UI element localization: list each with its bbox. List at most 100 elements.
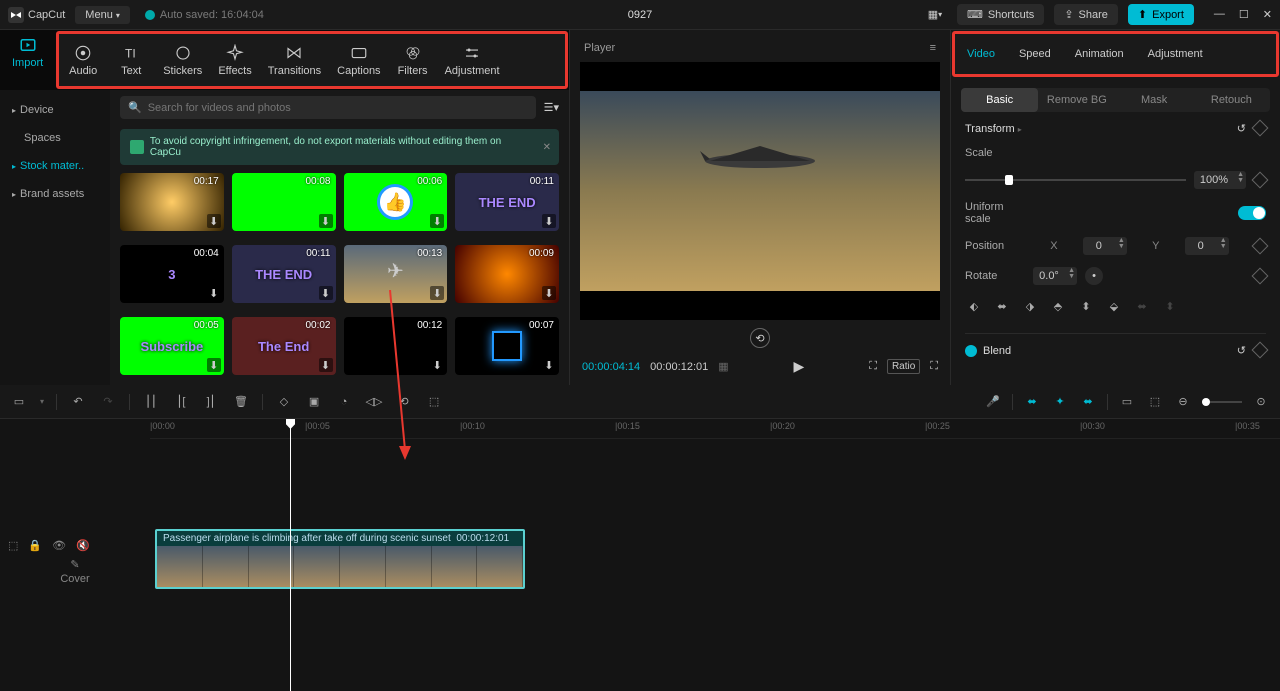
trim-right-icon[interactable]: ]⎮ xyxy=(202,393,220,411)
stock-thumbnail[interactable]: 00:07⬇ xyxy=(455,317,559,375)
stock-thumbnail[interactable]: 00:05⬇Subscribe xyxy=(120,317,224,375)
stock-thumbnail[interactable]: 00:13⬇✈ xyxy=(344,245,448,303)
distribute-h-icon[interactable]: ⬌ xyxy=(1133,297,1151,315)
banner-close-icon[interactable]: ✕ xyxy=(543,142,551,153)
share-button[interactable]: ⇪ Share xyxy=(1054,4,1118,25)
subtab-removebg[interactable]: Remove BG xyxy=(1038,88,1115,112)
stock-thumbnail[interactable]: 00:08⬇ xyxy=(232,173,336,231)
download-icon[interactable]: ⬇ xyxy=(207,214,221,228)
stock-thumbnail[interactable]: 00:17⬇ xyxy=(120,173,224,231)
search-input[interactable]: 🔍 xyxy=(120,96,536,119)
tab-filters[interactable]: Filters xyxy=(389,38,437,83)
player-viewport[interactable] xyxy=(580,62,940,320)
tab-audio[interactable]: Audio xyxy=(59,38,107,83)
layout-icon[interactable]: ▦ ▾ xyxy=(923,5,947,25)
blend-checkbox[interactable] xyxy=(965,345,977,357)
align-center-h-icon[interactable]: ⬌ xyxy=(993,297,1011,315)
ratio-button[interactable]: Ratio xyxy=(887,359,920,374)
uniform-scale-toggle[interactable] xyxy=(1238,206,1266,220)
tab-transitions[interactable]: Transitions xyxy=(260,38,329,83)
blend-reset-icon[interactable]: ↺ xyxy=(1237,344,1246,357)
mirror-icon[interactable]: ◁▷ xyxy=(365,393,383,411)
sidebar-item-stock[interactable]: ▸Stock mater.. xyxy=(0,152,110,180)
scan-icon[interactable]: ⛶ xyxy=(869,360,877,373)
menu-button[interactable]: Menu ▾ xyxy=(75,6,130,24)
sidebar-item-device[interactable]: ▸Device xyxy=(0,96,110,124)
preview-icon[interactable]: ▭ xyxy=(1118,393,1136,411)
tab-effects[interactable]: Effects xyxy=(210,38,259,83)
track-lock-icon[interactable]: 🔒 xyxy=(28,539,42,552)
export-button[interactable]: ⬆ Export xyxy=(1128,4,1194,25)
snap-icon[interactable]: ✦ xyxy=(1051,393,1069,411)
stock-thumbnail[interactable]: 00:11⬇THE END xyxy=(455,173,559,231)
close-icon[interactable]: ✕ xyxy=(1263,8,1272,21)
rtab-adjustment[interactable]: Adjustment xyxy=(1136,38,1215,70)
cover-button[interactable]: ✎ Cover xyxy=(8,558,142,585)
subtab-mask[interactable]: Mask xyxy=(1116,88,1193,112)
zoom-fit-icon[interactable]: ⊙ xyxy=(1252,393,1270,411)
minimize-icon[interactable]: — xyxy=(1214,8,1225,21)
download-icon[interactable]: ⬇ xyxy=(430,286,444,300)
trim-left-icon[interactable]: ⎮[ xyxy=(172,393,190,411)
track-mute-icon[interactable]: 🔇 xyxy=(76,539,90,552)
mic-icon[interactable]: 🎤 xyxy=(984,393,1002,411)
crop-tool-icon[interactable]: ▣ xyxy=(305,393,323,411)
stock-thumbnail[interactable]: 00:02⬇The End xyxy=(232,317,336,375)
timeline-clip[interactable]: Passenger airplane is climbing after tak… xyxy=(155,529,525,589)
tab-import[interactable]: Import xyxy=(0,30,55,90)
align-left-icon[interactable]: ⬖ xyxy=(965,297,983,315)
magnet-icon[interactable]: ⬌ xyxy=(1023,393,1041,411)
tab-text[interactable]: TIText xyxy=(107,38,155,83)
align-center-v-icon[interactable]: ⬍ xyxy=(1077,297,1095,315)
track-icon[interactable]: ⬚ xyxy=(1146,393,1164,411)
rtab-video[interactable]: Video xyxy=(955,38,1007,70)
maximize-icon[interactable]: ☐ xyxy=(1239,8,1249,21)
rtab-animation[interactable]: Animation xyxy=(1063,38,1136,70)
blend-keyframe[interactable] xyxy=(1252,342,1269,359)
reset-icon[interactable]: ↺ xyxy=(1237,122,1246,135)
player-menu-icon[interactable]: ≡ xyxy=(930,42,936,54)
marker-icon[interactable]: ◇ xyxy=(275,393,293,411)
scale-keyframe[interactable] xyxy=(1252,172,1269,189)
keyframe-button[interactable] xyxy=(1252,120,1269,137)
align-bottom-icon[interactable]: ⬙ xyxy=(1105,297,1123,315)
position-keyframe[interactable] xyxy=(1251,238,1268,255)
rotate-tool-icon[interactable]: ⟲ xyxy=(395,393,413,411)
stock-thumbnail[interactable]: 00:04⬇3 xyxy=(120,245,224,303)
align-right-icon[interactable]: ⬗ xyxy=(1021,297,1039,315)
filter-icon[interactable]: ☰▾ xyxy=(544,101,559,114)
stock-thumbnail[interactable]: 00:09⬇ xyxy=(455,245,559,303)
tab-stickers[interactable]: Stickers xyxy=(155,38,210,83)
subtab-retouch[interactable]: Retouch xyxy=(1193,88,1270,112)
sidebar-item-brand[interactable]: ▸Brand assets xyxy=(0,180,110,208)
stock-thumbnail[interactable]: 00:06⬇👍 xyxy=(344,173,448,231)
selection-tool-icon[interactable]: ▭ xyxy=(10,393,28,411)
align-top-icon[interactable]: ⬘ xyxy=(1049,297,1067,315)
position-y-input[interactable]: 0▲▼ xyxy=(1185,237,1229,255)
track-visibility-icon[interactable]: 👁 xyxy=(52,539,66,552)
subtab-basic[interactable]: Basic xyxy=(961,88,1038,112)
link-icon[interactable]: ⬌ xyxy=(1079,393,1097,411)
delete-icon[interactable]: 🗑 xyxy=(232,393,250,411)
stock-thumbnail[interactable]: 00:11⬇THE END xyxy=(232,245,336,303)
position-x-input[interactable]: 0▲▼ xyxy=(1083,237,1127,255)
download-icon[interactable]: ⬇ xyxy=(430,358,444,372)
zoom-out-icon[interactable]: ⊖ xyxy=(1174,393,1192,411)
shortcuts-button[interactable]: ⌨ Shortcuts xyxy=(957,4,1044,25)
scale-input[interactable]: 100%▲▼ xyxy=(1194,171,1246,189)
undo-icon[interactable]: ↶ xyxy=(69,393,87,411)
rtab-speed[interactable]: Speed xyxy=(1007,38,1063,70)
split-icon[interactable]: ⎮⎮ xyxy=(142,393,160,411)
playhead[interactable] xyxy=(290,419,291,691)
distribute-v-icon[interactable]: ⬍ xyxy=(1161,297,1179,315)
speed-tool-icon[interactable]: ◔ xyxy=(335,393,353,411)
download-icon[interactable]: ⬇ xyxy=(319,214,333,228)
reset-transform-icon[interactable]: ⟲ xyxy=(750,328,770,348)
rotate-keyframe[interactable] xyxy=(1252,268,1269,285)
fullscreen-icon[interactable]: ⛶ xyxy=(930,360,938,373)
rotate-input[interactable]: 0.0°▲▼ xyxy=(1033,267,1077,285)
play-button[interactable]: ▶ xyxy=(794,358,805,375)
sidebar-item-spaces[interactable]: Spaces xyxy=(0,124,110,152)
track-options-icon[interactable]: ⬚ xyxy=(8,539,18,552)
redo-icon[interactable]: ↷ xyxy=(99,393,117,411)
